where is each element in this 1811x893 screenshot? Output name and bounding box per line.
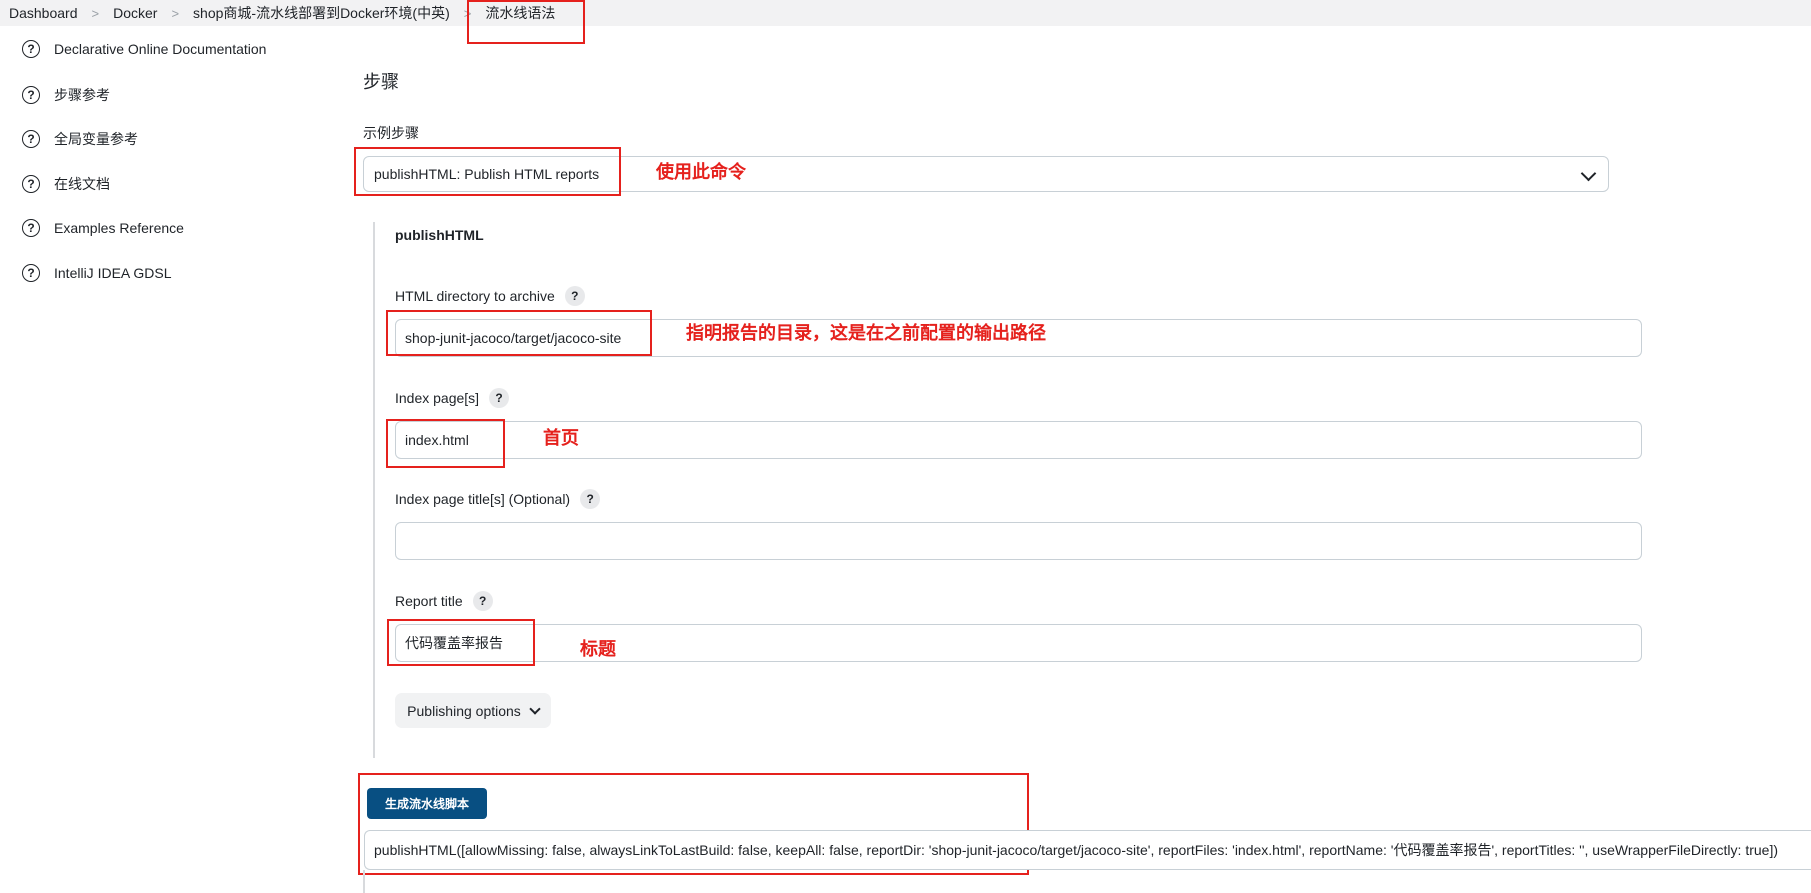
- annotation-title: 标题: [580, 639, 616, 659]
- report-title-label-text: Report title: [395, 593, 463, 609]
- sidebar-item-online-docs[interactable]: ? 在线文档: [22, 174, 110, 194]
- breadcrumb-pipeline-syntax[interactable]: 流水线语法: [485, 3, 555, 23]
- page-title: 步骤: [363, 72, 399, 92]
- sidebar-item-intellij-gdsl[interactable]: ? IntelliJ IDEA GDSL: [22, 264, 172, 282]
- html-directory-label-text: HTML directory to archive: [395, 288, 555, 304]
- step-name: publishHTML: [395, 227, 484, 243]
- sidebar-item-label: Declarative Online Documentation: [54, 41, 267, 57]
- annotation-index-page: 首页: [543, 428, 579, 448]
- sample-step-value: publishHTML: Publish HTML reports: [374, 166, 600, 182]
- sidebar-item-label: Examples Reference: [54, 220, 184, 236]
- sidebar-item-label: IntelliJ IDEA GDSL: [54, 265, 172, 281]
- breadcrumb-dashboard[interactable]: Dashboard: [9, 5, 78, 21]
- sidebar-item-global-variables[interactable]: ? 全局变量参考: [22, 129, 138, 149]
- chevron-down-icon: [1580, 165, 1597, 182]
- annotation-use-command: 使用此命令: [656, 162, 746, 182]
- sidebar-item-step-reference[interactable]: ? 步骤参考: [22, 85, 110, 105]
- help-icon[interactable]: ?: [580, 489, 601, 509]
- step-config-rule: [373, 222, 375, 758]
- generated-script-output[interactable]: publishHTML([allowMissing: false, always…: [364, 830, 1811, 870]
- help-icon[interactable]: ?: [472, 591, 493, 611]
- index-pages-label: Index page[s] ?: [395, 388, 510, 408]
- sidebar-item-label: 在线文档: [54, 176, 110, 192]
- chevron-right-icon: >: [91, 5, 100, 21]
- report-title-label: Report title ?: [395, 591, 493, 611]
- index-pages-label-text: Index page[s]: [395, 390, 480, 406]
- html-directory-value: shop-junit-jacoco/target/jacoco-site: [405, 330, 622, 346]
- generate-pipeline-script-button[interactable]: 生成流水线脚本: [367, 788, 487, 819]
- sidebar-item-label: 步骤参考: [54, 87, 110, 103]
- sample-step-select[interactable]: publishHTML: Publish HTML reports: [363, 156, 1609, 192]
- sidebar-item-declarative-docs[interactable]: ? Declarative Online Documentation: [22, 40, 266, 58]
- help-icon[interactable]: ?: [489, 388, 510, 408]
- breadcrumb: Dashboard > Docker > shop商城-流水线部署到Docker…: [9, 3, 555, 23]
- breadcrumb-job[interactable]: shop商城-流水线部署到Docker环境(中英): [193, 3, 450, 23]
- chevron-right-icon: >: [463, 5, 472, 21]
- report-title-value: 代码覆盖率报告: [405, 635, 503, 651]
- sidebar-item-examples-reference[interactable]: ? Examples Reference: [22, 219, 184, 237]
- question-circle-icon: ?: [22, 175, 40, 193]
- breadcrumb-bar: Dashboard > Docker > shop商城-流水线部署到Docker…: [0, 0, 1811, 26]
- index-titles-label-text: Index page title[s] (Optional): [395, 491, 571, 507]
- sample-step-label: 示例步骤: [363, 125, 419, 141]
- output-rule: [363, 870, 365, 893]
- question-circle-icon: ?: [22, 130, 40, 148]
- publishing-options-button[interactable]: Publishing options: [395, 693, 551, 728]
- question-circle-icon: ?: [22, 86, 40, 104]
- sidebar-item-label: 全局变量参考: [54, 131, 138, 147]
- index-pages-value: index.html: [405, 432, 469, 448]
- index-titles-label: Index page title[s] (Optional) ?: [395, 489, 601, 509]
- chevron-right-icon: >: [171, 5, 180, 21]
- publishing-options-label: Publishing options: [407, 702, 521, 719]
- annotation-report-dir: 指明报告的目录，这是在之前配置的输出路径: [686, 323, 1046, 343]
- index-pages-input[interactable]: index.html: [395, 421, 1642, 459]
- question-circle-icon: ?: [22, 219, 40, 237]
- index-titles-input[interactable]: [395, 522, 1642, 560]
- chevron-down-icon: [529, 702, 541, 715]
- generated-script-text: publishHTML([allowMissing: false, always…: [374, 842, 1778, 858]
- question-circle-icon: ?: [22, 40, 40, 58]
- question-circle-icon: ?: [22, 264, 40, 282]
- html-directory-label: HTML directory to archive ?: [395, 286, 585, 306]
- help-icon[interactable]: ?: [564, 286, 585, 306]
- breadcrumb-docker[interactable]: Docker: [113, 5, 157, 21]
